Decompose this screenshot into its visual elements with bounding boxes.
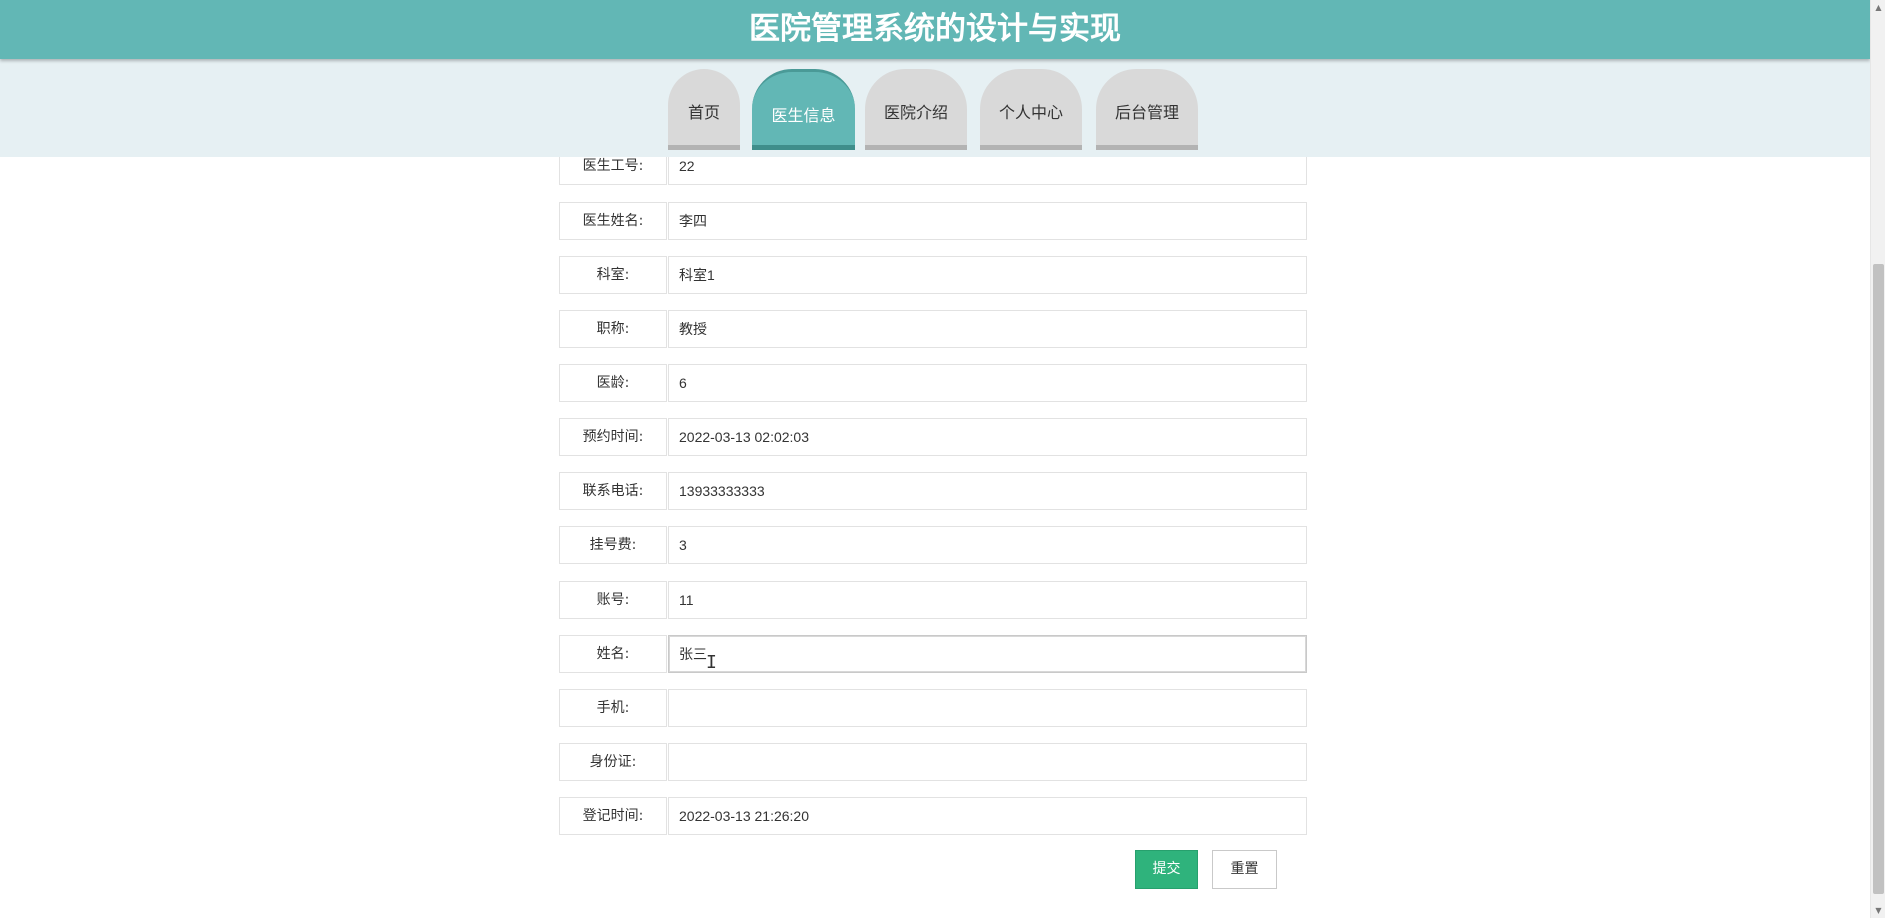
years-input[interactable]: 6 [668,364,1307,402]
field-label: 姓名: [559,635,667,673]
field-fee: 挂号费: 3 [559,526,1307,564]
reset-button[interactable]: 重置 [1212,850,1277,889]
field-label: 联系电话: [559,472,667,510]
register-time-input[interactable]: 2022-03-13 21:26:20 [668,797,1307,835]
field-years: 医龄: 6 [559,364,1307,402]
scroll-down-icon[interactable]: ▼ [1871,903,1885,918]
field-label: 医生姓名: [559,202,667,240]
name-input[interactable]: 张三 [668,635,1307,673]
tab-home[interactable]: 首页 [668,69,740,150]
field-label: 科室: [559,256,667,294]
site-header: 医院管理系统的设计与实现 [0,0,1870,59]
field-title: 职称: 教授 [559,310,1307,348]
registration-fee-input[interactable]: 3 [668,526,1307,564]
field-label: 医龄: [559,364,667,402]
page-scrollbar[interactable]: ▲ ▼ [1870,0,1885,918]
site-title: 医院管理系统的设计与实现 [749,11,1121,47]
job-title-input[interactable]: 教授 [668,310,1307,348]
field-department: 科室: 科室1 [559,256,1307,294]
tab-doctor-info[interactable]: 医生信息 [752,69,855,150]
field-mobile: 手机: [559,689,1307,727]
field-register-time: 登记时间: 2022-03-13 21:26:20 [559,797,1307,835]
field-appointment-time: 预约时间: 2022-03-13 02:02:03 [559,418,1307,456]
field-label: 账号: [559,581,667,619]
submit-button[interactable]: 提交 [1135,850,1198,889]
field-label: 挂号费: [559,526,667,564]
field-phone: 联系电话: 13933333333 [559,472,1307,510]
department-input[interactable]: 科室1 [668,256,1307,294]
contact-phone-input[interactable]: 13933333333 [668,472,1307,510]
field-label: 登记时间: [559,797,667,835]
field-name: 姓名: 张三 [559,635,1307,673]
text-cursor-icon: I [706,652,717,673]
appointment-time-input[interactable]: 2022-03-13 02:02:03 [668,418,1307,456]
field-id-card: 身份证: [559,743,1307,781]
field-doctor-name: 医生姓名: 李四 [559,202,1307,240]
scrollbar-thumb[interactable] [1873,264,1884,894]
tab-personal-center[interactable]: 个人中心 [980,69,1082,150]
field-account: 账号: 11 [559,581,1307,619]
field-label: 身份证: [559,743,667,781]
scroll-up-icon[interactable]: ▲ [1871,0,1885,15]
id-card-input[interactable] [668,743,1307,781]
account-input[interactable]: 11 [668,581,1307,619]
main-nav: 首页 医生信息 医院介绍 个人中心 后台管理 [0,59,1870,157]
field-label: 预约时间: [559,418,667,456]
mobile-input[interactable] [668,689,1307,727]
doctor-name-input[interactable]: 李四 [668,202,1307,240]
field-label: 手机: [559,689,667,727]
tab-hospital-intro[interactable]: 医院介绍 [865,69,967,150]
field-label: 职称: [559,310,667,348]
tab-admin[interactable]: 后台管理 [1096,69,1198,150]
